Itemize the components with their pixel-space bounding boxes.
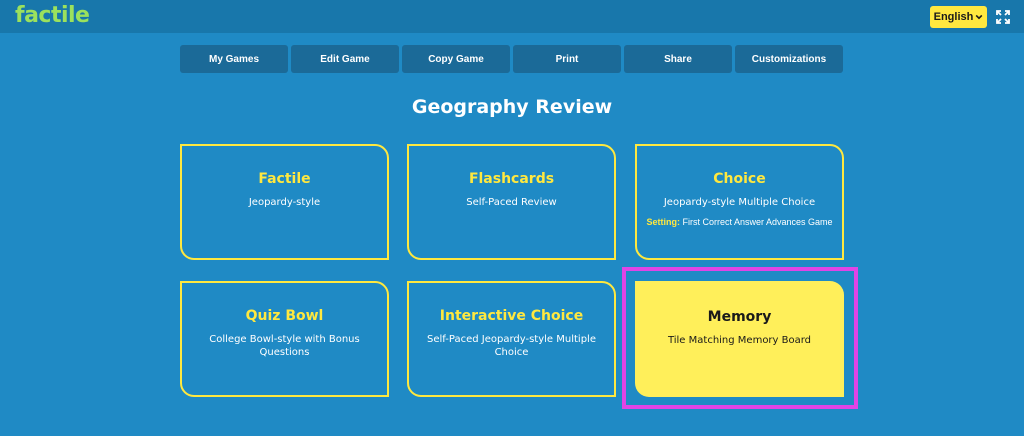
mode-card-choice[interactable]: Choice Jeopardy-style Multiple Choice Se… [635,144,844,260]
mode-name: Interactive Choice [439,308,584,324]
mode-description: Jeopardy-style [248,197,321,208]
mode-card-interactive-choice[interactable]: Interactive Choice Self-Paced Jeopardy-s… [407,281,616,397]
game-nav-tabs: My Games Edit Game Copy Game Print Share… [180,45,843,73]
tab-copy-game[interactable]: Copy Game [402,45,510,73]
mode-name: Factile [258,171,311,187]
factile-logo[interactable]: factile [15,3,90,28]
setting-label: Setting: [646,217,680,227]
chevron-down-icon [975,14,983,20]
mode-description: College Bowl-style with Bonus Questions [209,334,360,358]
language-select[interactable]: English [930,6,987,28]
page-title: Geography Review [411,96,613,118]
mode-name: Flashcards [468,171,555,187]
mode-description: Self-Paced Review [466,197,557,208]
mode-description: Self-Paced Jeopardy-style Multiple Choic… [427,334,596,358]
mode-card-quiz-bowl[interactable]: Quiz Bowl College Bowl-style with Bonus … [180,281,389,397]
mode-setting[interactable]: Setting: First Correct Answer Advances G… [637,217,842,227]
mode-name: Choice [713,171,766,187]
tab-customizations[interactable]: Customizations [735,45,843,73]
mode-name: Quiz Bowl [245,308,324,324]
setting-value: First Correct Answer Advances Game [682,217,833,227]
tab-share[interactable]: Share [624,45,732,73]
tab-edit-game[interactable]: Edit Game [291,45,399,73]
selection-highlight [622,267,858,409]
language-label: English [933,11,974,23]
tab-my-games[interactable]: My Games [180,45,288,73]
mode-card-factile[interactable]: Factile Jeopardy-style [180,144,389,260]
tab-print[interactable]: Print [513,45,621,73]
fullscreen-icon[interactable] [996,10,1010,24]
mode-card-flashcards[interactable]: Flashcards Self-Paced Review [407,144,616,260]
mode-description: Jeopardy-style Multiple Choice [663,197,816,208]
top-bar: factile English [0,0,1024,33]
